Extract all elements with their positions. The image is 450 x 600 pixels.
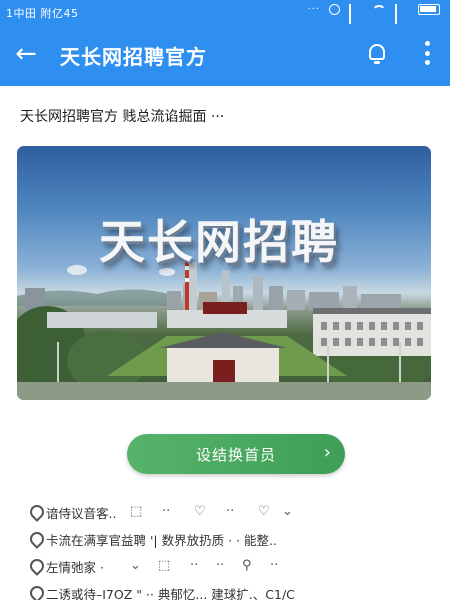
status-icons: ··· <box>307 4 440 31</box>
status-bar: 1中田 附亿45 ··· <box>0 0 450 31</box>
location-pin-icon <box>30 559 40 571</box>
cta-button[interactable]: 设结换首员 › <box>127 434 345 474</box>
list-item[interactable]: 卡流在满享官益聘 '| 数界放扔质 · · 能整.. <box>30 525 430 552</box>
cta-label: 设结换首员 <box>195 446 276 464</box>
banner-image[interactable]: 天长网招聘 <box>17 146 431 400</box>
back-arrow-icon[interactable]: ← <box>10 39 42 71</box>
signal-2-icon <box>395 4 409 31</box>
more-dots-icon[interactable]: ·· <box>162 504 170 519</box>
chevron-down-icon[interactable]: ⌄ <box>130 558 141 573</box>
more-dots-icon[interactable]: ·· <box>216 558 224 573</box>
bell-icon[interactable] <box>364 40 390 68</box>
list-item-text: 二诱或待–I7OZ " ·· 典郁忆... 建球扩.、C1/C <box>46 587 295 600</box>
list-item-text: 左情弛家 · <box>46 560 104 575</box>
wifi-icon <box>372 4 386 15</box>
list-item[interactable]: 二诱或待–I7OZ " ·· 典郁忆... 建球扩.、C1/C <box>30 579 430 600</box>
feed-list: 谙侍议音客.. ⬚ ·· ♡ ·· ♡ ⌄ 卡流在满享官益聘 '| 数界放扔质 … <box>30 498 430 600</box>
more-dots-icon[interactable]: ·· <box>270 558 278 573</box>
location-pin-icon <box>30 586 40 598</box>
person-icon[interactable]: ⚲ <box>242 558 252 573</box>
comment-icon[interactable]: ⬚ <box>130 504 142 519</box>
location-pin-icon <box>30 505 40 517</box>
banner-title: 天长网招聘 <box>99 215 339 269</box>
app-bar: ← 天长网招聘官方 <box>0 24 450 86</box>
heart-icon[interactable]: ♡ <box>258 504 270 519</box>
battery-icon <box>418 4 440 15</box>
chevron-down-icon[interactable]: ⌄ <box>282 504 293 519</box>
more-dots-icon[interactable]: ·· <box>190 558 198 573</box>
article-headline: 天长网招聘官方 贱总流谄掘面 ··· <box>20 109 225 125</box>
city-skyline-illustration <box>17 258 431 400</box>
alarm-icon <box>329 4 340 15</box>
heart-pin-icon <box>30 532 40 544</box>
chevron-right-icon: › <box>323 442 331 463</box>
more-dots-icon[interactable]: ·· <box>226 504 234 519</box>
like-icon[interactable]: ♡ <box>194 504 206 519</box>
more-menu-icon[interactable] <box>422 38 432 68</box>
signal-icon <box>349 4 363 31</box>
list-item[interactable]: 谙侍议音客.. ⬚ ·· ♡ ·· ♡ ⌄ <box>30 498 430 525</box>
list-item-text: 谙侍议音客.. <box>46 506 117 521</box>
list-item[interactable]: 左情弛家 · ⌄ ⬚ ·· ·· ⚲ ·· <box>30 552 430 579</box>
list-item-text: 卡流在满享官益聘 '| 数界放扔质 · · 能整.. <box>46 533 277 548</box>
page-title: 天长网招聘官方 <box>60 45 207 69</box>
comment-icon[interactable]: ⬚ <box>158 558 170 573</box>
notification-dots-icon: ··· <box>307 4 320 15</box>
status-time: 1中田 附亿45 <box>6 7 79 20</box>
